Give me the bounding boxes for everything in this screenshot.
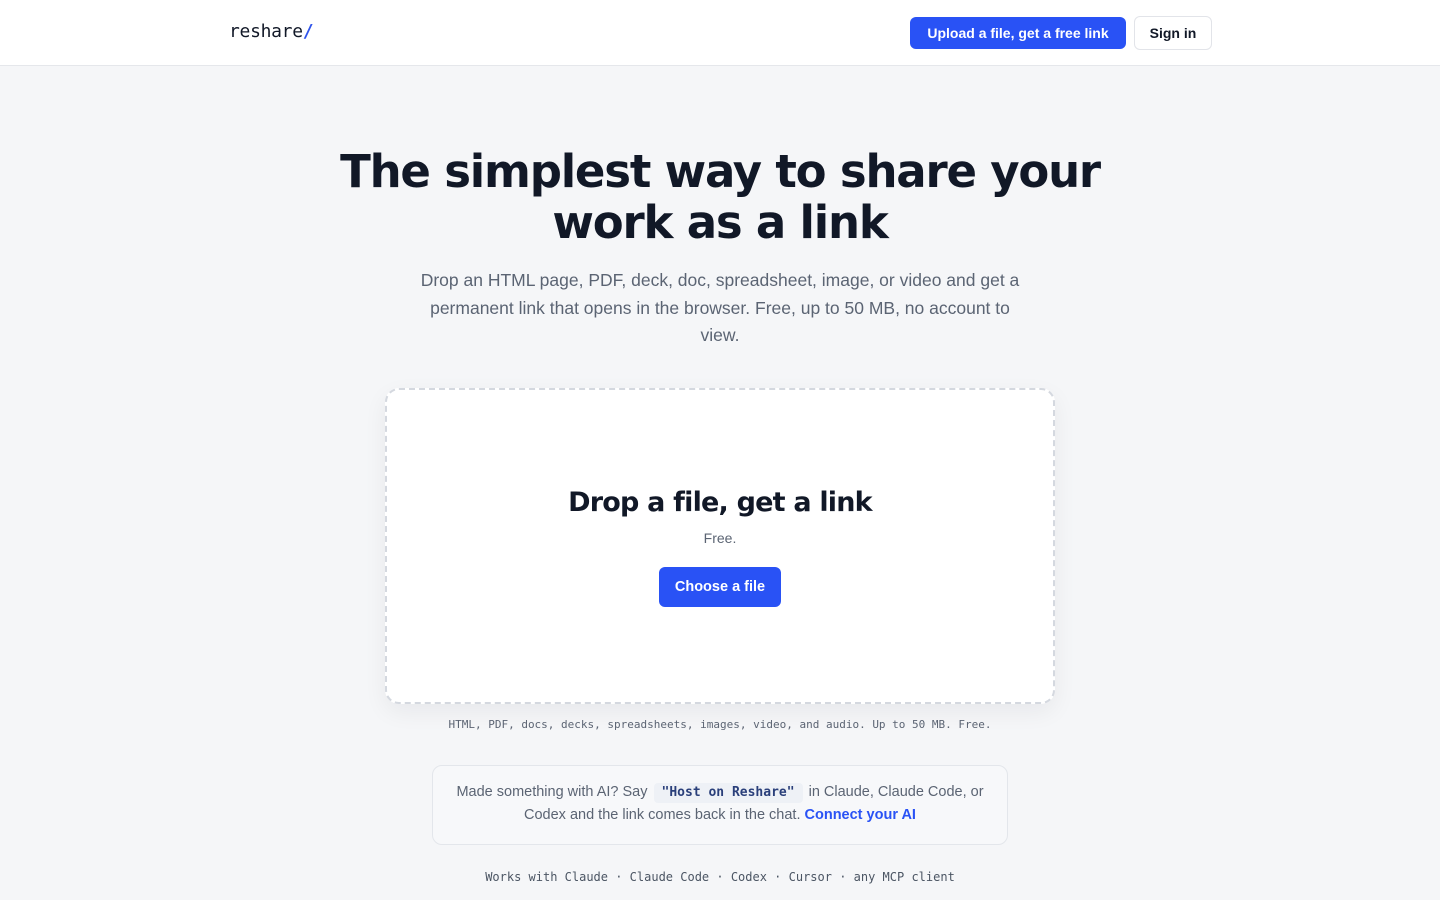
dropzone-note: Free. [703,530,737,546]
top-navbar: reshare/ Upload a file, get a free link … [0,0,1440,66]
logo-wordmark: reshare [229,21,303,42]
ai-command-snippet: "Host on Reshare" [653,783,803,803]
reshare-logo[interactable]: reshare/ [229,20,314,44]
supported-formats-text: HTML, PDF, docs, decks, spreadsheets, im… [448,718,992,731]
dropzone-title: Drop a file, get a link [568,487,873,518]
sign-in-button[interactable]: Sign in [1134,16,1212,50]
logo-slash: / [302,21,314,42]
hero-subtitle: Drop an HTML page, PDF, deck, doc, sprea… [420,270,1020,345]
ai-prompt-box: Made something with AI? Say "Host on Res… [432,765,1008,845]
choose-file-button[interactable]: Choose a file [659,567,781,607]
upload-file-button[interactable]: Upload a file, get a free link [910,17,1126,49]
connect-ai-link[interactable]: Connect your AI [805,807,916,823]
file-dropzone[interactable]: Drop a file, get a link Free. Choose a f… [385,388,1055,704]
works-with-list: Works with Claude · Claude Code · Codex … [485,870,955,884]
hero-title: The simplest way to share your work as a… [340,145,1101,249]
ai-prompt-text-before: Made something with AI? Say [456,784,648,800]
